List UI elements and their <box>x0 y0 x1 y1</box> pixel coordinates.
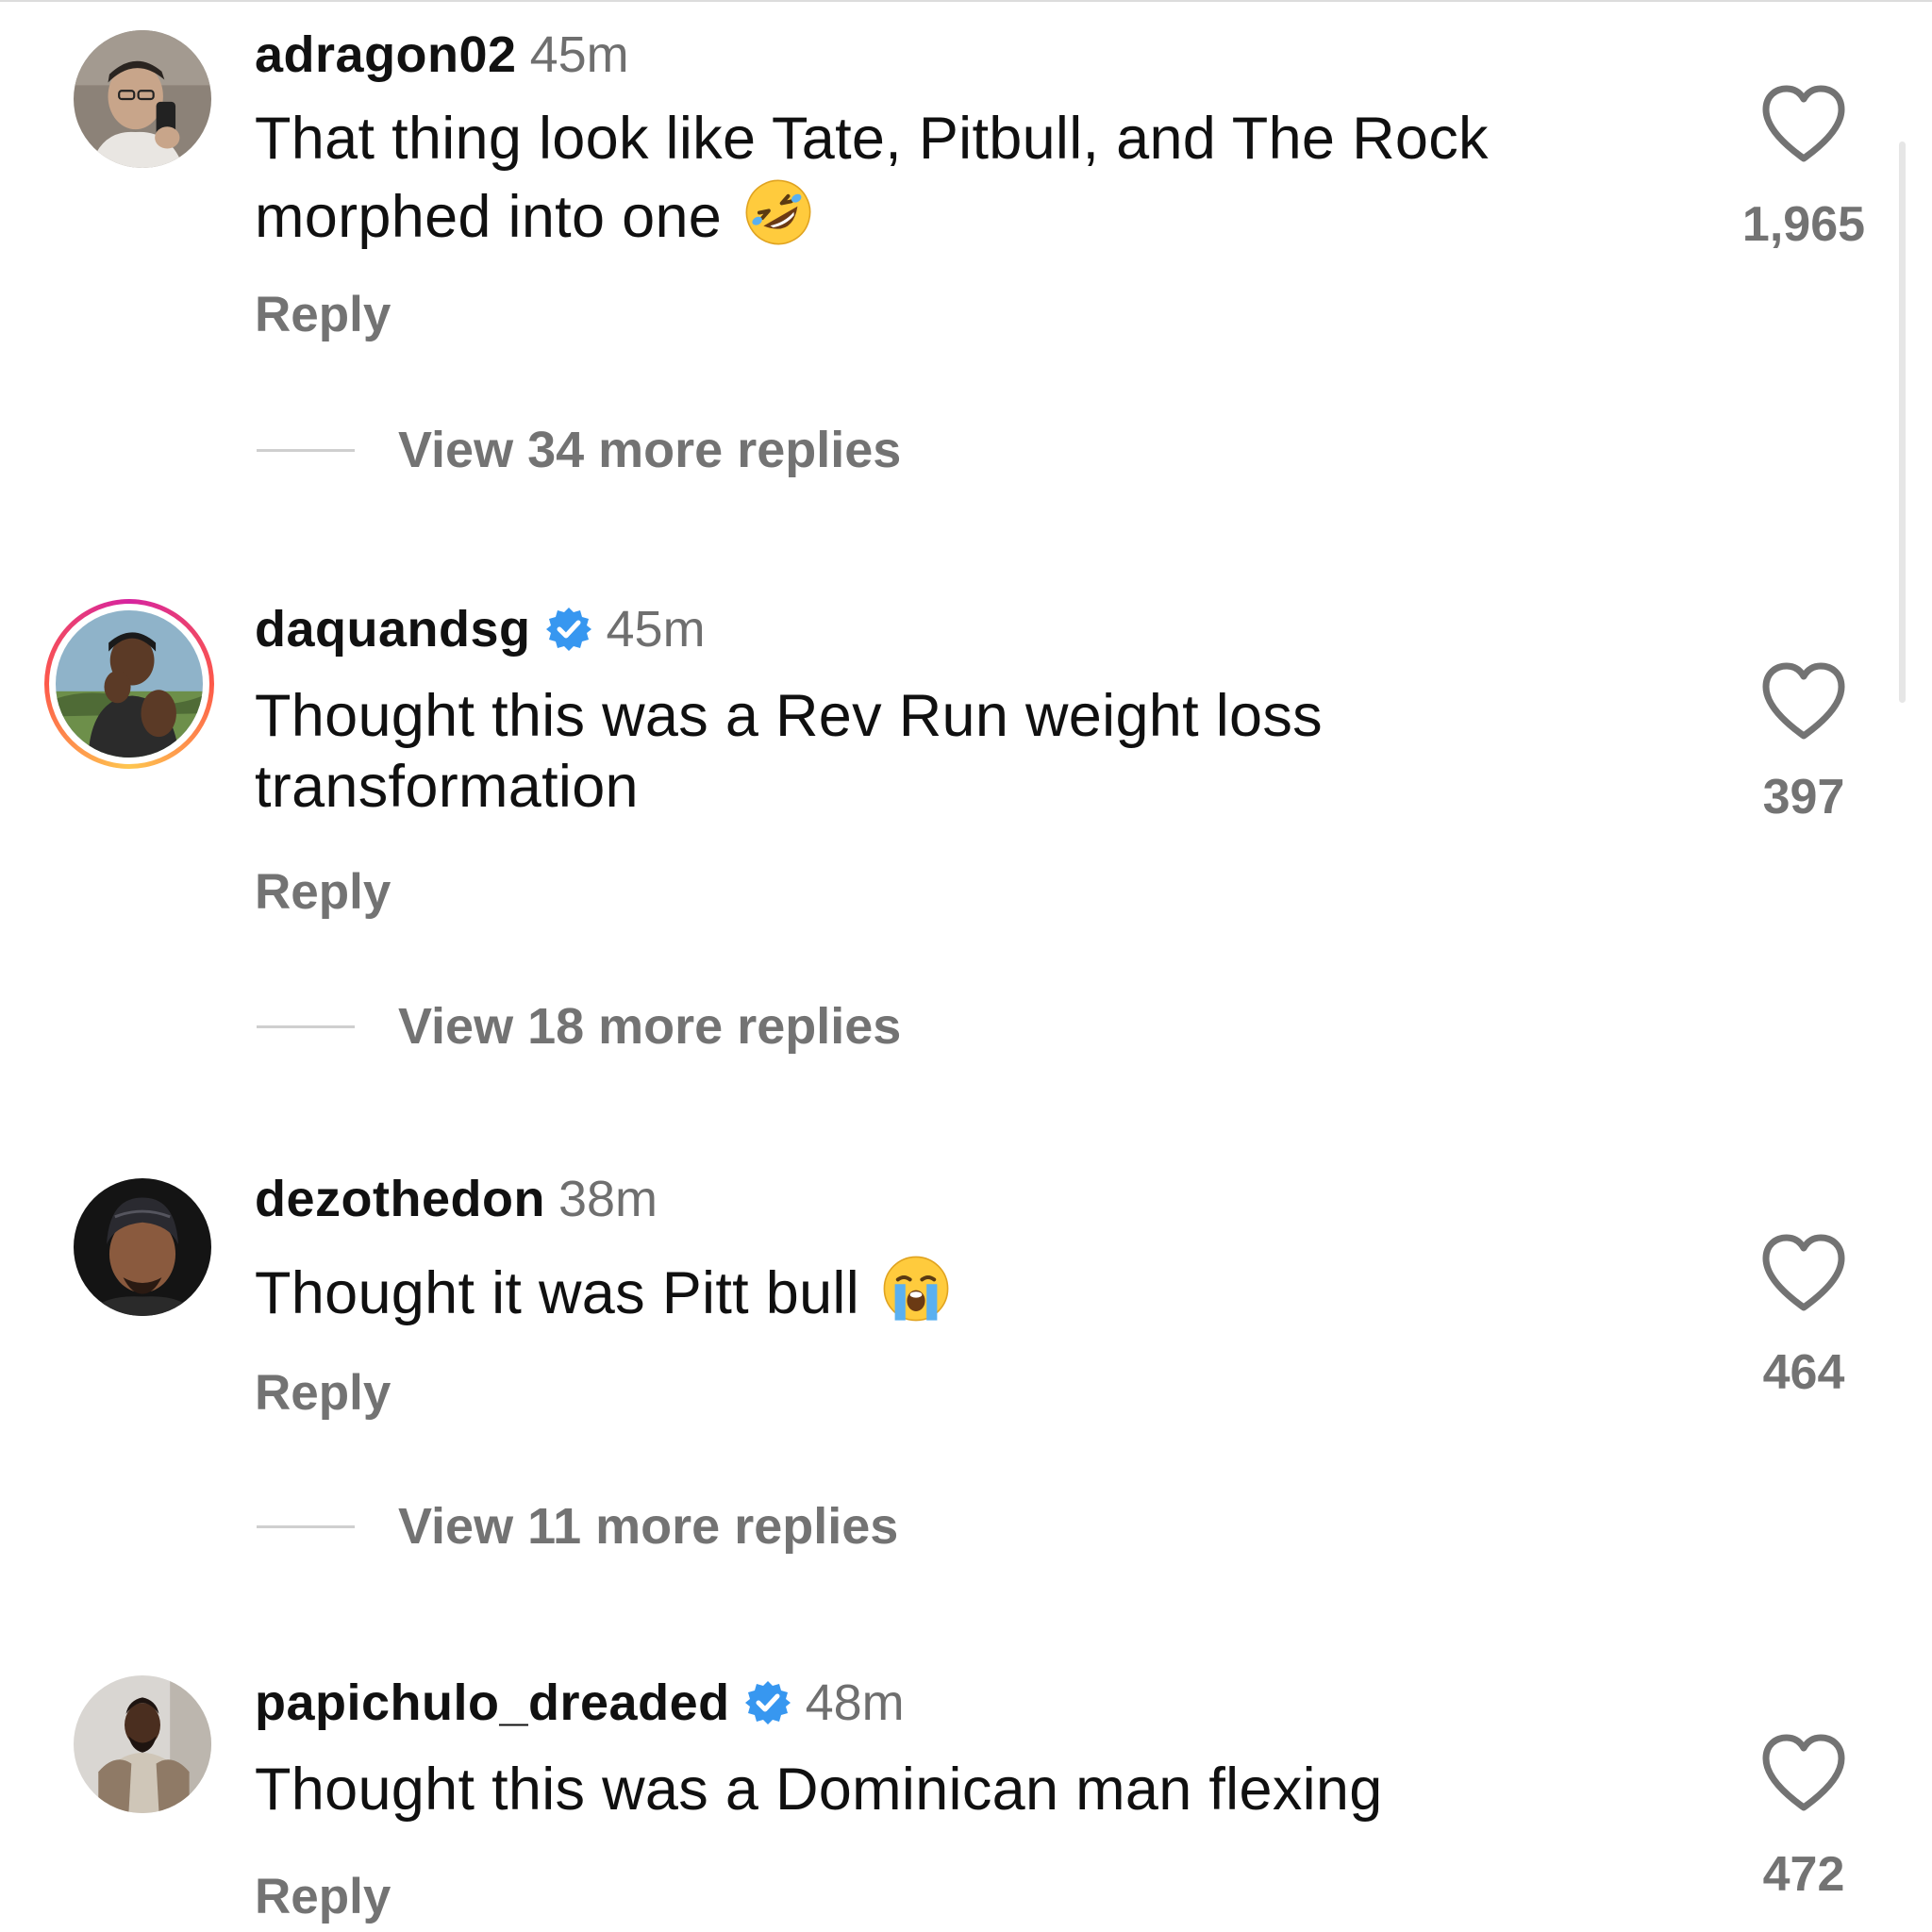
reply-button[interactable]: Reply <box>255 286 391 343</box>
verified-badge-icon <box>544 605 593 654</box>
comment-text-content: That thing look like Tate, Pitbull, and … <box>255 106 1489 250</box>
replies-divider <box>257 1024 355 1028</box>
comment-text: That thing look like Tate, Pitbull, and … <box>255 104 1613 253</box>
comment-time: 48m <box>805 1674 905 1731</box>
rolling-on-floor-laughing-emoji <box>741 175 816 250</box>
view-replies-label: View 18 more replies <box>398 998 902 1055</box>
comment-username[interactable]: papichulo_dreaded <box>255 1674 730 1732</box>
like-count: 464 <box>1762 1345 1845 1400</box>
view-more-replies-button[interactable]: View 18 more replies <box>257 997 901 1056</box>
view-more-replies-button[interactable]: View 11 more replies <box>257 1497 898 1556</box>
heart-outline-icon[interactable] <box>1758 1730 1849 1813</box>
reply-button[interactable]: Reply <box>255 1364 391 1422</box>
heart-outline-icon[interactable] <box>1758 81 1849 164</box>
reply-button[interactable]: Reply <box>255 863 391 921</box>
like-count: 1,965 <box>1741 197 1866 252</box>
like-count: 472 <box>1762 1847 1845 1902</box>
comment-text: Thought this was a Dominican man flexing <box>255 1755 1613 1825</box>
view-replies-label: View 34 more replies <box>398 422 902 478</box>
avatar[interactable] <box>74 1178 211 1316</box>
loudly-crying-face-emoji <box>878 1251 954 1326</box>
replies-divider <box>257 448 355 452</box>
replies-divider <box>257 1524 355 1528</box>
comment-username[interactable]: adragon02 <box>255 25 517 84</box>
view-replies-label: View 11 more replies <box>398 1498 899 1555</box>
top-divider <box>0 0 1932 2</box>
heart-outline-icon[interactable] <box>1758 658 1849 741</box>
comment-username[interactable]: daquandsg <box>255 600 531 658</box>
comment-time: 38m <box>558 1171 658 1227</box>
comment-time: 45m <box>529 26 629 83</box>
avatar[interactable] <box>74 1675 211 1813</box>
comment-text: Thought this was a Rev Run weight loss t… <box>255 681 1613 823</box>
comment-time: 45m <box>606 601 706 658</box>
reply-button[interactable]: Reply <box>255 1868 391 1925</box>
view-more-replies-button[interactable]: View 34 more replies <box>257 421 901 479</box>
heart-outline-icon[interactable] <box>1758 1230 1849 1313</box>
comment-text-content: Thought it was Pitt bull <box>255 1260 860 1326</box>
like-count: 397 <box>1762 770 1845 824</box>
comment-text-content: Thought this was a Rev Run weight loss t… <box>255 683 1323 820</box>
avatar[interactable] <box>74 30 211 168</box>
verified-badge-icon <box>743 1678 792 1727</box>
comment-username[interactable]: dezothedon <box>255 1170 545 1228</box>
comments-screen: adragon02 45m That thing look like Tate,… <box>0 0 1932 1932</box>
comment-text: Thought it was Pitt bull <box>255 1251 1613 1329</box>
story-ring-avatar[interactable] <box>44 599 214 769</box>
avatar <box>56 610 203 758</box>
comment-text-content: Thought this was a Dominican man flexing <box>255 1757 1383 1823</box>
